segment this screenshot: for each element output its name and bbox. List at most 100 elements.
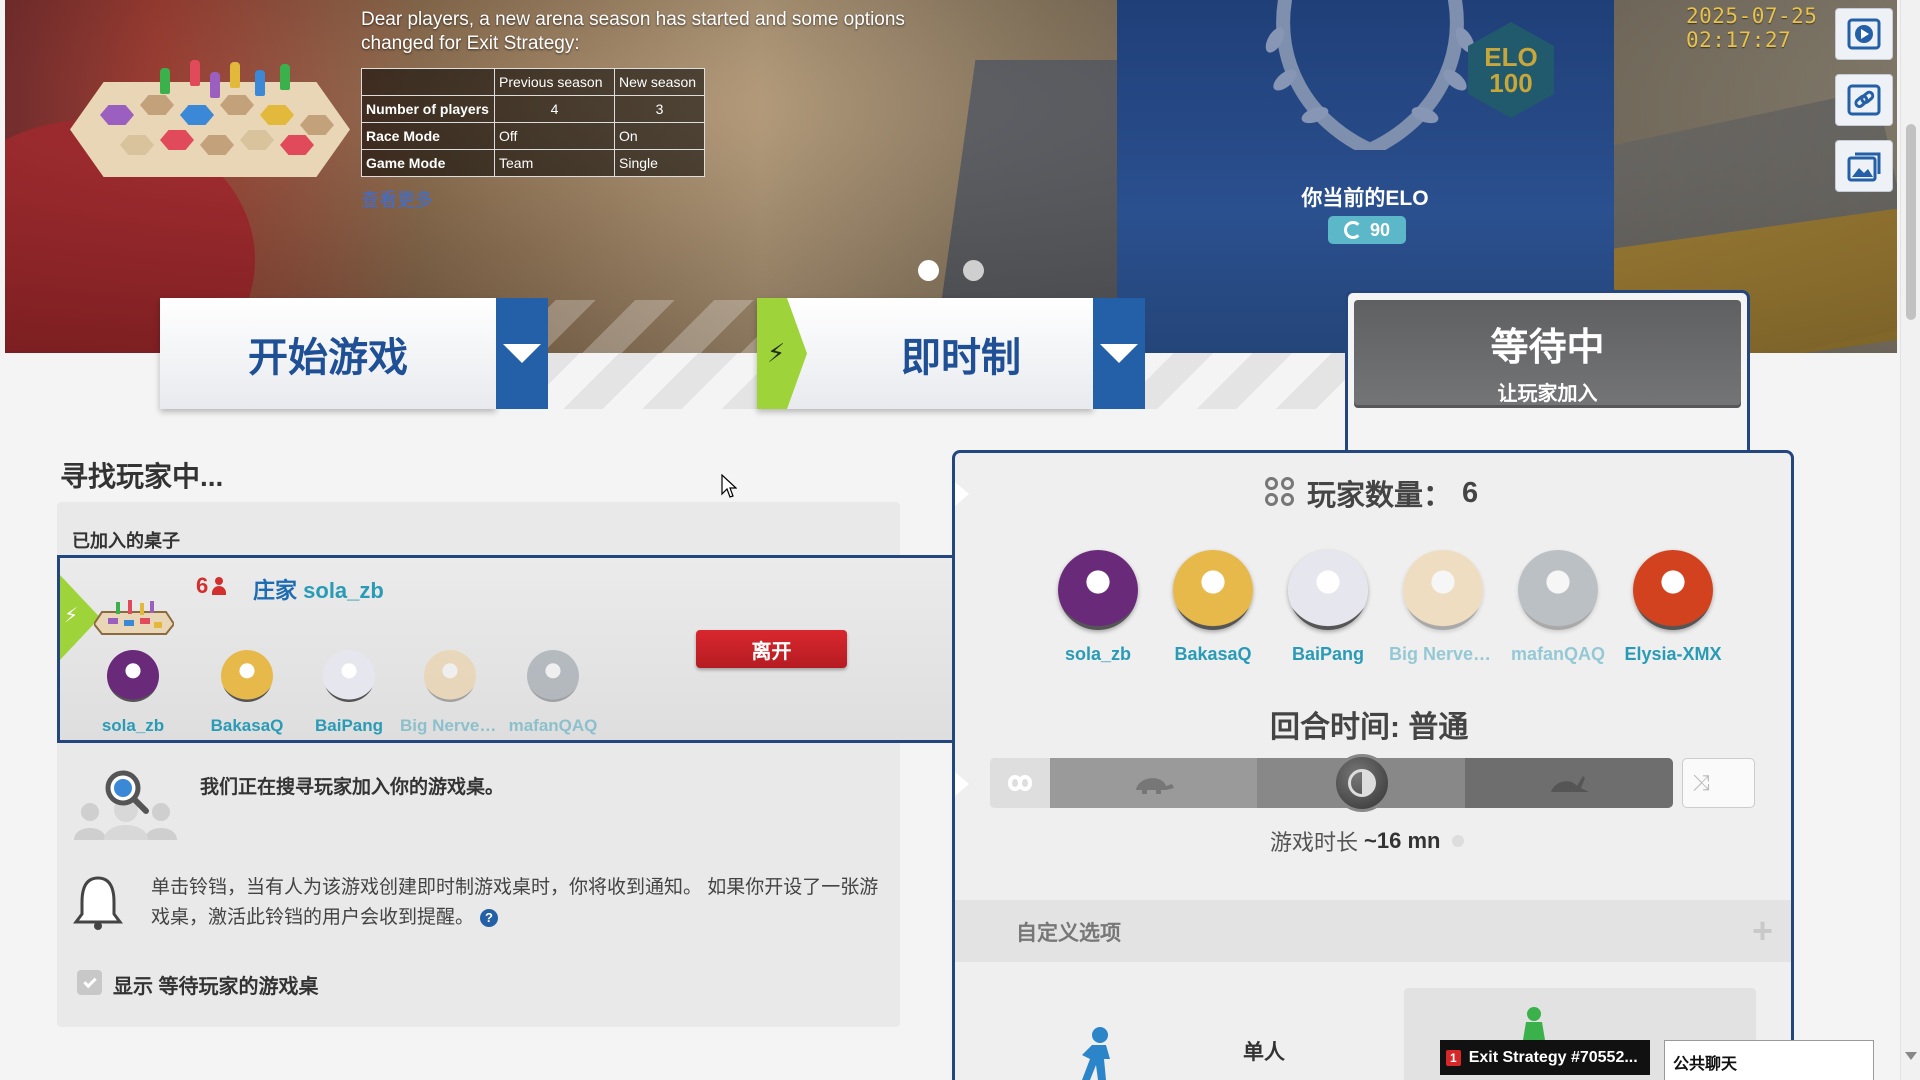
see-more-link[interactable]: 查看更多	[361, 186, 433, 212]
leave-table-button[interactable]: 离开	[696, 630, 847, 668]
lightning-icon: ⚡	[767, 338, 786, 368]
waiting-button[interactable]: 等待中 让玩家加入	[1354, 300, 1741, 408]
round-time-title: 回合时间: 普通	[1270, 711, 1469, 744]
bell-icon[interactable]	[72, 874, 124, 930]
player-count-title: 玩家数量： 6	[1265, 472, 1478, 514]
player-avatar[interactable]	[1058, 550, 1138, 630]
realtime-mode-label: 即时制	[901, 335, 1021, 380]
person-icon	[212, 577, 227, 595]
video-icon	[1847, 18, 1881, 50]
table-row: Game Mode Team Single	[361, 149, 705, 177]
joined-tables-label: 已加入的桌子	[72, 531, 180, 551]
player-name: BaiPang	[1291, 644, 1365, 664]
player-avatar[interactable]	[221, 650, 273, 702]
round-time-slider[interactable]	[990, 758, 1673, 808]
elo-value: 90	[1369, 219, 1391, 240]
infinity-icon	[1007, 775, 1033, 791]
waiting-subtitle: 让玩家加入	[1497, 383, 1598, 405]
notification-label: Exit Strategy #70552...	[1468, 1048, 1638, 1066]
bell-notification-text: 单击铃铛，当有人为该游戏创建即时制游戏桌时，你将收到通知。 如果你开设了一张游戏…	[151, 877, 879, 928]
searching-message: 我们正在搜寻玩家加入你的游戏桌。	[200, 777, 505, 798]
public-chat-tab[interactable]: 公共聊天	[1664, 1040, 1874, 1080]
table-cell: Game Mode	[361, 149, 495, 177]
carousel-dot[interactable]	[963, 260, 984, 281]
news-line-2: changed for Exit Strategy:	[361, 33, 580, 54]
realtime-mode-button[interactable]: 即时制	[757, 298, 1093, 409]
player-avatar[interactable]	[1173, 550, 1253, 630]
solo-mode-label[interactable]: 单人	[1243, 1036, 1285, 1066]
round-time-knob[interactable]	[1333, 754, 1391, 812]
link-button[interactable]	[1835, 74, 1893, 126]
info-dot	[1452, 835, 1465, 847]
game-notification-tab[interactable]: 1 Exit Strategy #70552...	[1440, 1040, 1650, 1075]
start-game-dropdown[interactable]	[496, 298, 548, 409]
table-player-count: 6	[196, 573, 227, 599]
player-avatar[interactable]	[1633, 550, 1713, 630]
start-game-button[interactable]: 开始游戏	[160, 298, 496, 409]
elo-ring-icon	[1343, 221, 1362, 239]
player-avatar[interactable]	[1518, 550, 1598, 630]
table-cell: Team	[494, 149, 615, 177]
player-slot[interactable]: sola_zb	[1044, 550, 1152, 665]
player-avatar[interactable]	[107, 650, 159, 702]
help-icon[interactable]: ?	[480, 908, 499, 927]
table-row: Number of players 4 3	[361, 95, 705, 123]
link-icon	[1847, 84, 1881, 116]
table-player[interactable]: BaiPang	[299, 650, 399, 736]
scrollbar-thumb[interactable]	[1906, 124, 1916, 320]
shuffle-icon: ⤨	[1692, 770, 1710, 795]
video-button[interactable]	[1835, 8, 1893, 60]
player-slot[interactable]: Big Nerves ...	[1389, 550, 1497, 665]
player-name: BakasaQ	[210, 716, 284, 735]
player-slot[interactable]: mafanQAQ	[1504, 550, 1612, 665]
mouse-cursor-icon	[721, 474, 737, 498]
carousel-dot[interactable]	[918, 260, 939, 281]
lightning-icon: ⚡	[64, 605, 79, 627]
player-avatar[interactable]	[1288, 550, 1368, 630]
table-header-cell: Previous season	[494, 68, 615, 96]
show-waiting-tables-label: 显示 等待玩家的游戏桌	[113, 976, 319, 998]
table-row: Race Mode Off On	[361, 122, 705, 150]
table-cell: Number of players	[361, 95, 495, 123]
scroll-down-arrow[interactable]	[1905, 1052, 1917, 1060]
solo-player-icon[interactable]	[1070, 1025, 1120, 1080]
elo-title: 你当前的ELO	[1301, 187, 1429, 210]
gallery-button[interactable]	[1835, 140, 1893, 192]
player-slot[interactable]: BakasaQ	[1159, 550, 1267, 665]
table-player[interactable]: BakasaQ	[197, 650, 297, 736]
check-icon	[82, 974, 97, 988]
table-player[interactable]: Big Nerves...	[400, 650, 500, 736]
chevron-down-icon	[503, 344, 541, 363]
player-name: Big Nerves...	[400, 716, 500, 735]
table-cell: Single	[614, 149, 705, 177]
host-name-link[interactable]: sola_zb	[303, 578, 384, 603]
table-player[interactable]: mafanQAQ	[503, 650, 603, 736]
player-name: BakasaQ	[1174, 644, 1252, 664]
speed-infinite[interactable]	[990, 758, 1050, 808]
table-cell: 4	[494, 95, 615, 123]
player-slot[interactable]: BaiPang	[1274, 550, 1382, 665]
player-avatar[interactable]	[323, 650, 375, 702]
season-changes-table: Previous season New season Number of pla…	[361, 68, 705, 177]
player-avatar[interactable]	[424, 650, 476, 702]
player-avatar[interactable]	[1403, 550, 1483, 630]
start-game-label: 开始游戏	[248, 335, 408, 380]
speed-fast[interactable]	[1465, 758, 1673, 808]
table-header-cell: New season	[614, 68, 705, 96]
table-player[interactable]: sola_zb	[83, 650, 183, 736]
expand-plus-icon[interactable]: +	[1752, 913, 1773, 949]
players-icon	[1265, 477, 1297, 509]
player-slot[interactable]: Elysia-XMX	[1619, 550, 1727, 665]
page-scrollbar[interactable]	[1900, 0, 1920, 1080]
waiting-title: 等待中	[1490, 327, 1605, 369]
table-cell: On	[614, 122, 705, 150]
side-toolbar	[1835, 8, 1893, 206]
show-waiting-tables-checkbox[interactable]	[77, 970, 102, 995]
player-avatar[interactable]	[527, 650, 579, 702]
speed-slow[interactable]	[1050, 758, 1257, 808]
table-header-cell	[361, 68, 495, 96]
laurel-icon	[1265, 0, 1475, 150]
news-line-1: Dear players, a new arena season has sta…	[361, 9, 905, 30]
random-speed-toggle[interactable]: ⤨	[1682, 758, 1755, 808]
mode-dropdown[interactable]	[1093, 298, 1145, 409]
